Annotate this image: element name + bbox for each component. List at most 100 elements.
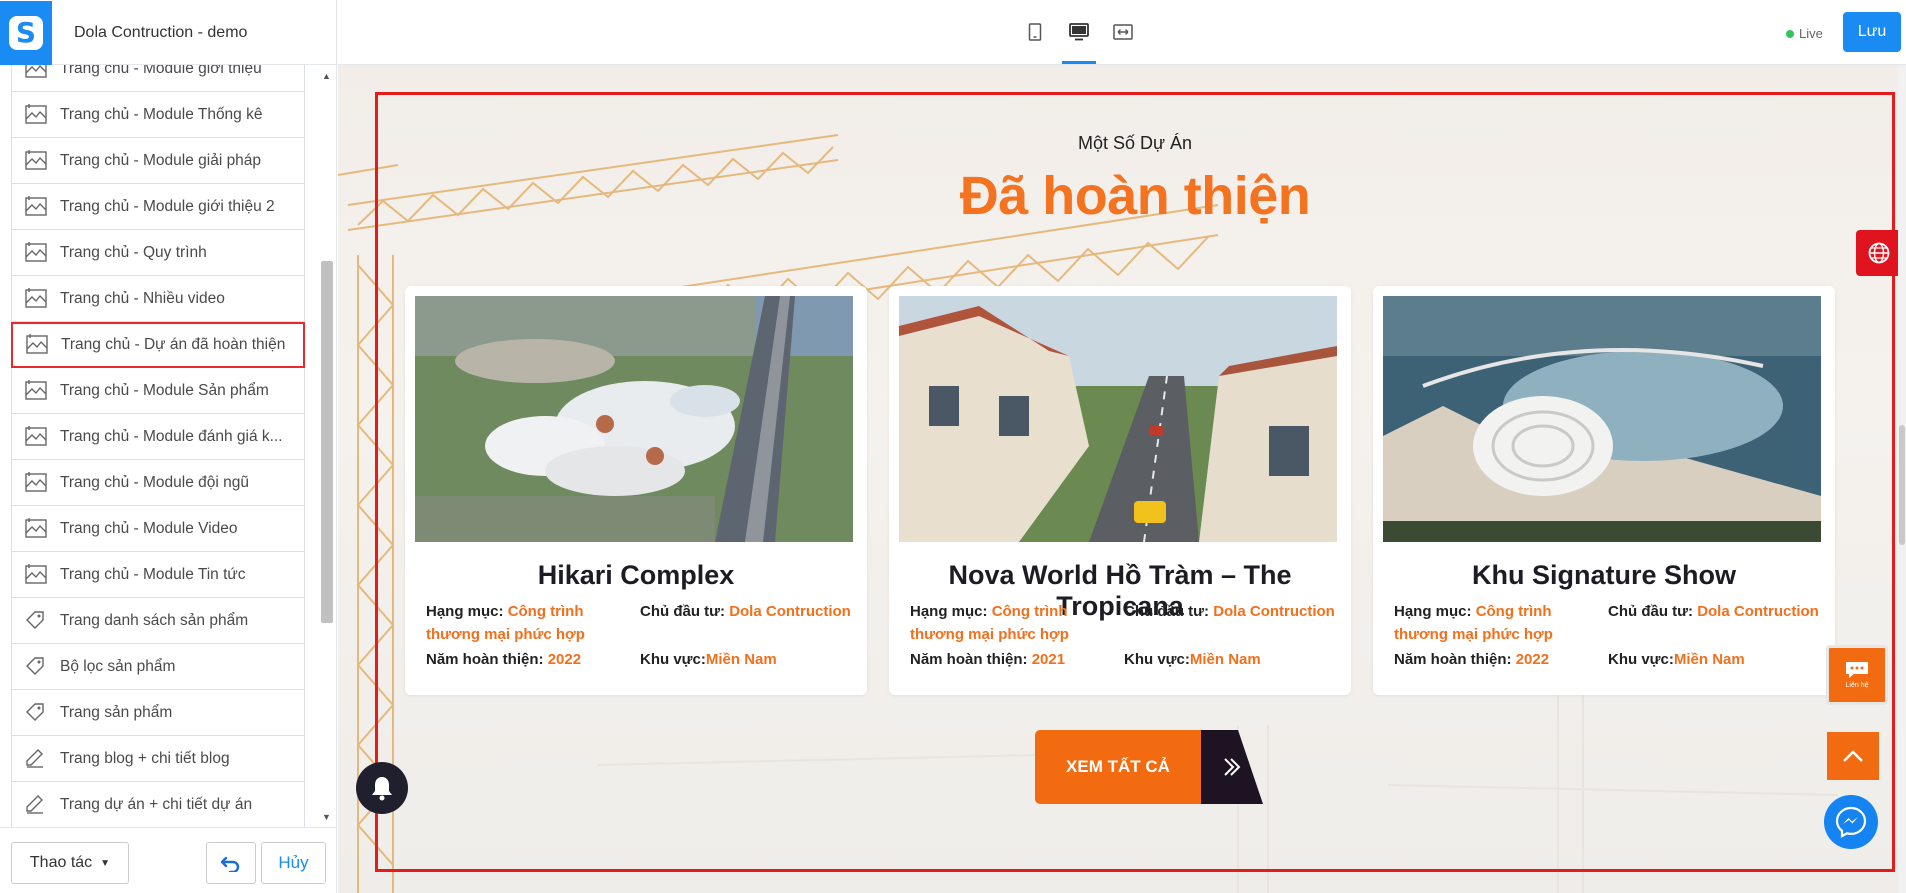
save-button[interactable]: Lưu [1843,12,1901,52]
area-value: Miền Nam [705,651,777,668]
sidebar-item[interactable]: Trang chủ - Module Tin tức [11,552,305,598]
project-card[interactable]: Nova World Hồ Tràm – The Tropicana Hạng … [889,286,1351,695]
area-label: Khu vực: [640,651,706,668]
project-title[interactable]: Khu Signature Show [1373,560,1835,591]
scroll-down-icon[interactable]: ▼ [322,812,331,822]
layout-icon [24,195,48,219]
sidebar-item[interactable]: Trang chủ - Module đội ngũ [11,460,305,506]
sidebar-scroll-thumb[interactable] [321,261,333,623]
sidebar-item[interactable]: Bộ lọc sản phẩm [11,644,305,690]
area-value: Miền Nam [1673,651,1745,668]
layout-icon [24,103,48,127]
project-year: Năm hoàn thiện: 2021 [910,648,1065,671]
project-investor: Chủ đầu tư: Dola Contruction [640,600,851,623]
layout-icon [25,333,49,357]
preview-scroll-thumb[interactable] [1899,425,1905,545]
project-photo[interactable] [1383,296,1821,542]
area-value: Miền Nam [1189,651,1261,668]
sidebar-item-label: Trang chủ - Module giới thiệu 2 [60,197,275,215]
desktop-view-button[interactable] [1062,0,1096,64]
sidebar-item[interactable]: Trang dự án + chi tiết dự án [11,782,305,827]
investor-value: Dola Contruction [1697,603,1819,620]
section-headline: Đã hoàn thiện [959,166,1311,226]
messenger-button[interactable] [1824,795,1878,849]
year-label: Năm hoàn thiện: [426,651,544,668]
sidebar-item[interactable]: Trang chủ - Module Thống kê [11,92,305,138]
blog-icon [24,793,48,817]
sidebar-item[interactable]: Trang chủ - Dự án đã hoàn thiện [11,322,305,368]
fullwidth-view-button[interactable] [1106,0,1140,64]
sidebar-item-label: Trang blog + chi tiết blog [60,749,230,767]
sidebar-item[interactable]: Trang chủ - Module Video [11,506,305,552]
live-label: Live [1799,26,1823,41]
layout-icon [24,287,48,311]
brand-area: S Dola Contruction - demo [0,0,337,65]
sidebar-item-label: Trang chủ - Module giới thiệu [60,65,262,77]
view-all-button[interactable]: XEM TẤT CẢ [1035,730,1263,804]
sidebar-item-label: Trang chủ - Module Video [60,519,238,537]
actions-dropdown[interactable]: Thao tác ▼ [11,842,129,884]
undo-button[interactable] [206,842,256,884]
sidebar-item[interactable]: Trang blog + chi tiết blog [11,736,305,782]
contact-button[interactable]: Liên hệ [1826,645,1888,705]
sidebar-item-label: Trang chủ - Module Tin tức [60,565,246,583]
expand-width-icon [1113,24,1133,40]
double-chevron-right-icon [1201,730,1263,804]
project-photo[interactable] [415,296,853,542]
sidebar-item[interactable]: Trang sản phẩm [11,690,305,736]
year-label: Năm hoàn thiện: [1394,651,1512,668]
language-button[interactable] [1856,230,1902,276]
sidebar-item[interactable]: Trang chủ - Module Sản phẩm [11,368,305,414]
sidebar-item[interactable]: Trang chủ - Module giới thiệu 2 [11,184,305,230]
sidebar-item[interactable]: Trang danh sách sản phẩm [11,598,305,644]
area-label: Khu vực: [1124,651,1190,668]
investor-label: Chủ đầu tư: [1608,603,1694,620]
preview-scrollbar[interactable] [1898,65,1906,893]
sidebar-item[interactable]: Trang chủ - Quy trình [11,230,305,276]
year-value: 2021 [1031,651,1066,668]
sidebar-item-label: Trang chủ - Module Thống kê [60,105,263,123]
undo-icon [220,856,240,872]
sidebar-item[interactable]: Trang chủ - Nhiều video [11,276,305,322]
area-label: Khu vực: [1608,651,1674,668]
sidebar-item[interactable]: Trang chủ - Module đánh giá k... [11,414,305,460]
caret-down-icon: ▼ [100,857,111,869]
cancel-button[interactable]: Hủy [261,842,326,884]
section-list: Trang chủ - Module giới thiệu Trang chủ -… [11,65,305,827]
actions-label: Thao tác [29,854,93,871]
project-area: Khu vực:Miền Nam [640,648,777,671]
investor-label: Chủ đầu tư: [1124,603,1210,620]
notification-bell-button[interactable] [356,762,408,814]
layout-icon [24,563,48,587]
sidebar-item-label: Trang chủ - Module đánh giá k... [60,427,283,445]
sidebar: Trang chủ - Module giới thiệu Trang chủ -… [0,65,337,893]
project-title[interactable]: Hikari Complex [405,560,867,591]
project-category: Hạng mục: Công trình thương mại phức hợp [426,600,626,646]
device-switcher [1018,0,1140,64]
bell-icon [372,777,392,801]
section-eyebrow: Một Số Dự Án [1077,133,1193,153]
scroll-up-icon[interactable]: ▲ [322,71,331,81]
top-bar: S Dola Contruction - demo Live Lưu [0,0,1906,65]
blog-icon [24,747,48,771]
sapo-logo[interactable]: S [0,0,52,65]
layout-icon [24,149,48,173]
tag-icon [24,701,48,725]
project-investor: Chủ đầu tư: Dola Contruction [1608,600,1819,623]
mobile-view-button[interactable] [1018,0,1052,64]
project-year: Năm hoàn thiện: 2022 [426,648,581,671]
tag-icon [24,609,48,633]
chat-icon [1846,662,1868,678]
sidebar-item[interactable]: Trang chủ - Module giới thiệu [11,65,305,92]
view-all-label: XEM TẤT CẢ [1035,730,1201,804]
project-card[interactable]: Hikari Complex Hạng mục: Công trình thươ… [405,286,867,695]
layout-icon [24,241,48,265]
site-name: Dola Contruction - demo [74,23,248,41]
sidebar-item[interactable]: Trang chủ - Module giải pháp [11,138,305,184]
contact-label: Liên hệ [1845,682,1869,689]
project-card[interactable]: Khu Signature Show Hạng mục: Công trình … [1373,286,1835,695]
investor-value: Dola Contruction [729,603,851,620]
sidebar-item-label: Trang chủ - Module Sản phẩm [60,381,269,399]
project-photo[interactable] [899,296,1337,542]
back-to-top-button[interactable] [1827,732,1879,780]
